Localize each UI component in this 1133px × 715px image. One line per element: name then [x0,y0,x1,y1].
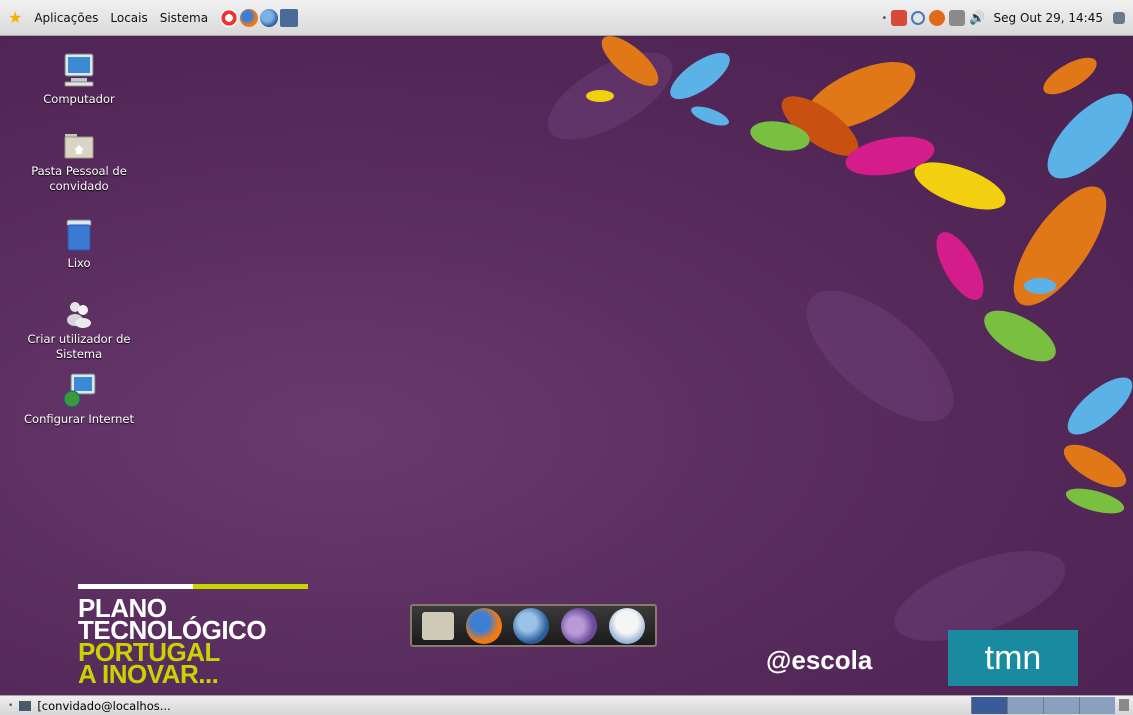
workspace-3[interactable] [1043,697,1079,714]
separator-dot-icon: • [8,700,14,711]
logo-line-4: A INOVAR... [78,659,219,689]
help-lifebuoy-icon[interactable] [220,8,239,27]
separator-dot-icon: • [881,12,888,24]
thunderbird-icon[interactable] [513,607,550,644]
desktop-icon-create-user[interactable]: Criar utilizador de Sistema [24,298,134,362]
thunderbird-icon[interactable] [260,8,279,27]
workspace-2[interactable] [1007,697,1043,714]
taskbar-item-label: [convidado@localhos... [37,698,171,713]
show-desktop-icon[interactable] [1113,12,1125,24]
top-panel: ★ Aplicações Locais Sistema • 🔊 Seg Out … [0,0,1133,36]
desktop-icon-label: Pasta Pessoal de convidado [31,164,127,193]
update-icon[interactable] [891,10,908,26]
alert-icon[interactable] [929,10,946,26]
desktop-icon-home-folder[interactable]: Pasta Pessoal de convidado [24,128,134,194]
plano-tecnologico-logo: PLANO TECNOLÓGICO PORTUGAL A INOVAR... [78,584,318,689]
desktop-icon-trash[interactable]: Lixo [24,216,134,271]
system-tray: • 🔊 Seg Out 29, 14:45 [881,0,1125,36]
home-folder-icon[interactable] [421,611,454,640]
desktop-icon-computer[interactable]: Computador [24,52,134,107]
search-icon[interactable] [911,11,926,25]
users-icon [64,298,94,328]
computer-icon [61,52,97,88]
tmn-logo: tmn [948,630,1078,686]
clock[interactable]: Seg Out 29, 14:45 [994,11,1103,25]
desktop-icon-label: Computador [43,92,115,106]
volume-icon[interactable]: 🔊 [969,11,985,26]
desktop-icon-label: Criar utilizador de Sistema [27,332,131,361]
firefox-icon[interactable] [465,607,502,644]
network-icon [61,372,97,408]
firefox-icon[interactable] [240,8,259,27]
workspace-1[interactable] [971,697,1007,714]
taskbar-item[interactable]: • [convidado@localhos... [8,699,171,713]
home-folder-icon [63,128,95,160]
trash-applet-icon[interactable] [1119,699,1129,711]
menu-places[interactable]: Locais [110,11,147,25]
menu-applications[interactable]: Aplicações [34,11,98,25]
dock [410,604,657,647]
star-icon: ★ [8,8,23,27]
workspace-4[interactable] [1079,697,1115,714]
pidgin-icon[interactable] [561,607,598,644]
menu-system[interactable]: Sistema [160,11,208,25]
office-icon[interactable] [609,607,646,644]
escola-logo: @escola [766,645,873,675]
trash-icon [63,216,95,252]
desktop-icon-label: Configurar Internet [24,412,135,426]
terminal-icon[interactable] [280,8,299,27]
bottom-panel: • [convidado@localhos... [0,695,1133,715]
launchers [220,8,299,27]
terminal-icon [19,700,32,711]
desktop-icon-internet[interactable]: Configurar Internet [24,372,134,427]
logo-bar [78,584,318,589]
workspace-switcher[interactable] [971,697,1115,714]
desktop-icon-label: Lixo [67,256,91,270]
main-menu: ★ Aplicações Locais Sistema [0,8,299,27]
network-tray-icon[interactable] [949,10,966,26]
